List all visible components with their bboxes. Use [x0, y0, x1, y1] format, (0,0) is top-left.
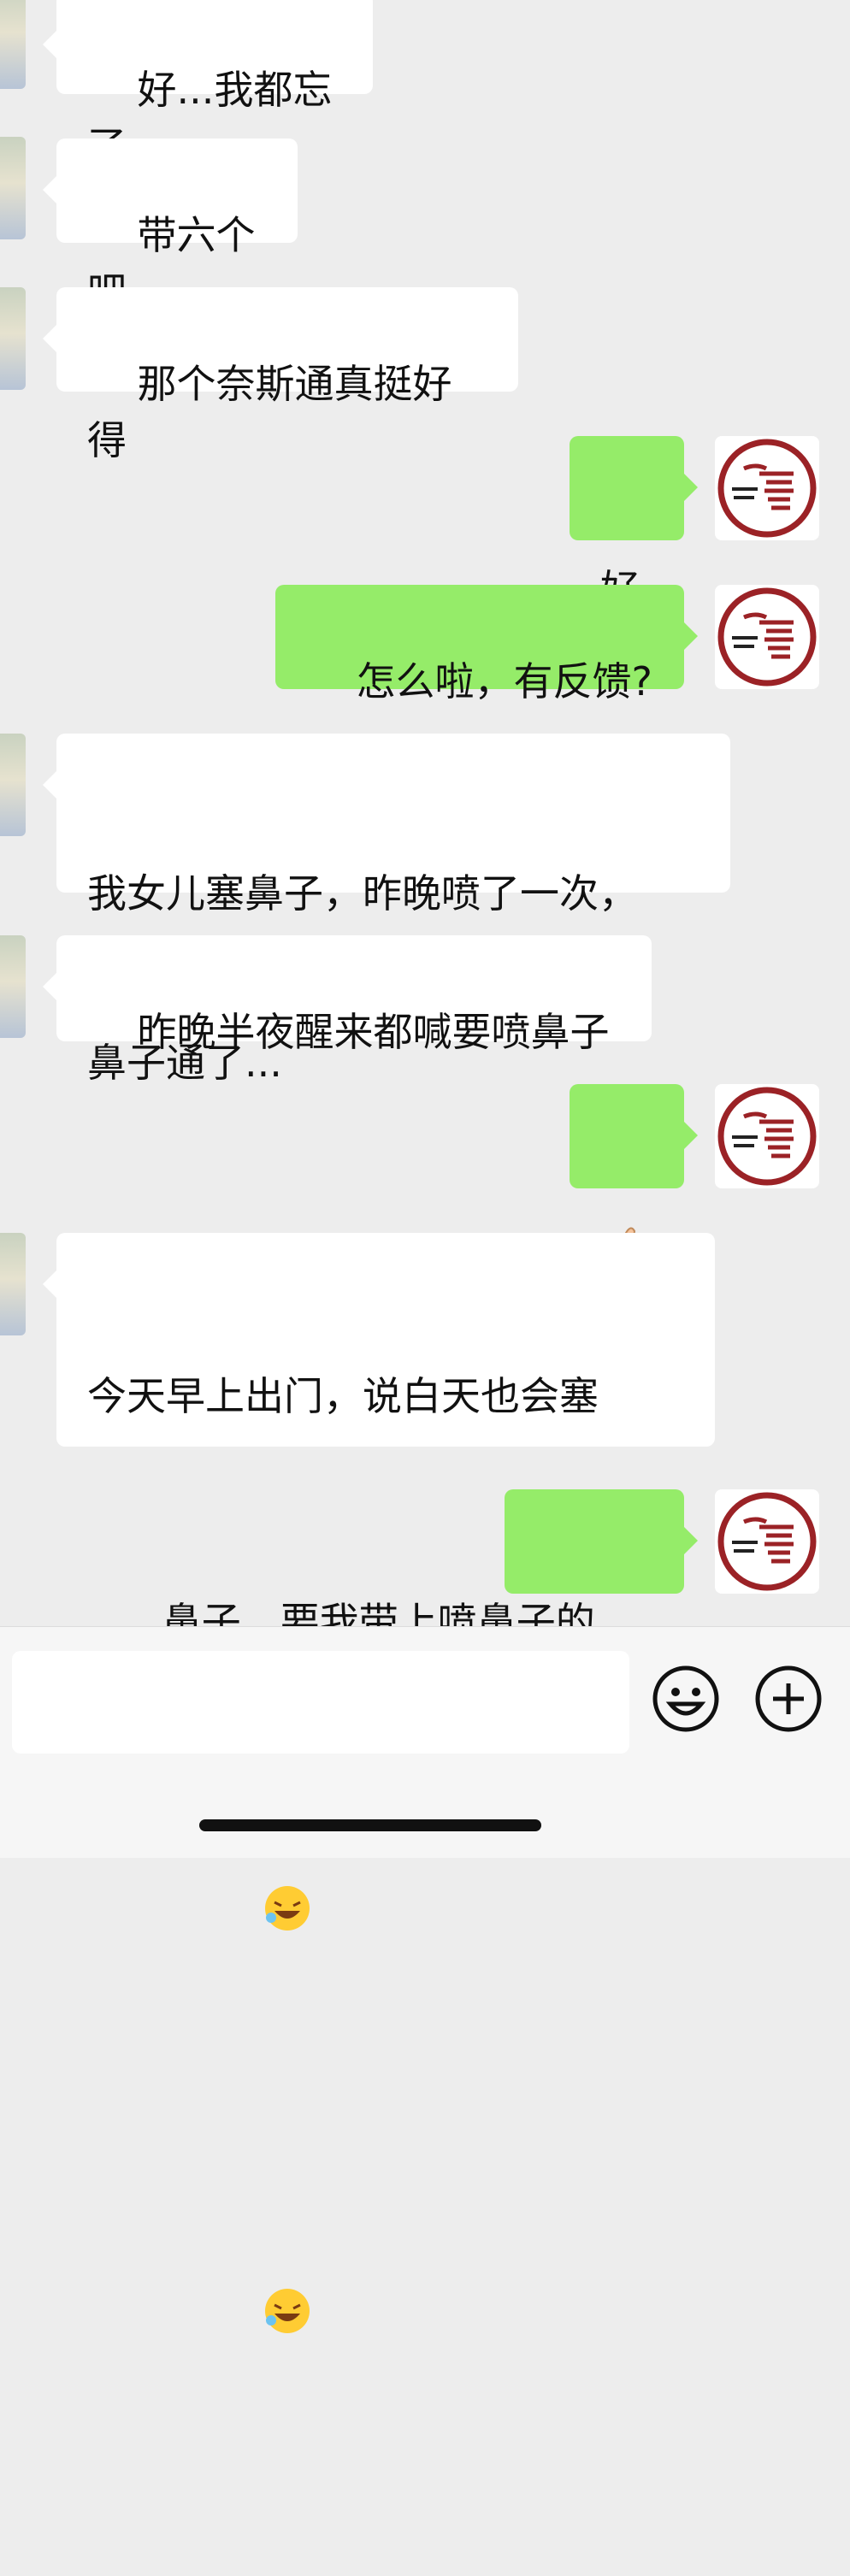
yuantang-logo-icon: [717, 1087, 817, 1186]
plus-icon: [755, 1665, 822, 1732]
message-text-line: 今天早上出门，说白天也会塞: [87, 1373, 599, 1419]
yuantang-logo-icon: [717, 587, 817, 687]
contact-avatar[interactable]: [0, 734, 26, 836]
chat-area: 好...我都忘了 带六个吧 那个奈斯通真挺好得 好 怎么啦，有反馈?: [0, 0, 850, 2333]
my-avatar[interactable]: [715, 1084, 819, 1188]
contact-avatar[interactable]: [0, 0, 26, 89]
my-avatar[interactable]: [715, 436, 819, 540]
contact-avatar[interactable]: [0, 137, 26, 239]
message-bubble-left[interactable]: 昨晚半夜醒来都喊要喷鼻子: [43, 935, 652, 1055]
more-button[interactable]: [754, 1665, 823, 1733]
message-bubble-left[interactable]: 带六个吧: [43, 139, 298, 315]
message-text: 昨晚半夜醒来都喊要喷鼻子: [137, 1009, 610, 1055]
rolling-laughing-icon: [162, 2230, 312, 2407]
my-avatar[interactable]: [715, 585, 819, 689]
emoji-button[interactable]: [652, 1665, 720, 1733]
message-text-line: [87, 2173, 684, 2463]
message-bubble-left[interactable]: 今天早上出门，说白天也会塞 鼻子，要我带上喷鼻子的: [43, 1233, 715, 2333]
message-bubble-right[interactable]: 怎么啦，有反馈?: [275, 585, 698, 704]
message-bubble-left[interactable]: 好...我都忘了: [43, 0, 373, 169]
contact-avatar[interactable]: [0, 1233, 26, 1335]
message-text: 那个奈斯通真挺好得: [87, 361, 452, 463]
smiley-icon: [652, 1665, 719, 1732]
my-avatar[interactable]: [715, 1489, 819, 1594]
message-input[interactable]: [12, 1651, 629, 1754]
message-bubble-left[interactable]: 我女儿塞鼻子，昨晚喷了一次， 鼻子通了...: [43, 734, 730, 1086]
message-bubble-right[interactable]: [570, 1084, 698, 1276]
message-bubble-right[interactable]: 好: [570, 436, 698, 612]
message-text: 怎么啦，有反馈?: [356, 658, 652, 704]
contact-avatar[interactable]: [0, 287, 26, 390]
contact-avatar[interactable]: [0, 935, 26, 1038]
message-bubble-right[interactable]: [505, 1489, 698, 1677]
yuantang-logo-icon: [717, 439, 817, 538]
yuantang-logo-icon: [717, 1492, 817, 1591]
home-indicator[interactable]: [199, 1819, 541, 1831]
message-text-line: 我女儿塞鼻子，昨晚喷了一次，: [87, 870, 638, 917]
message-bubble-left[interactable]: 那个奈斯通真挺好得: [43, 287, 518, 463]
